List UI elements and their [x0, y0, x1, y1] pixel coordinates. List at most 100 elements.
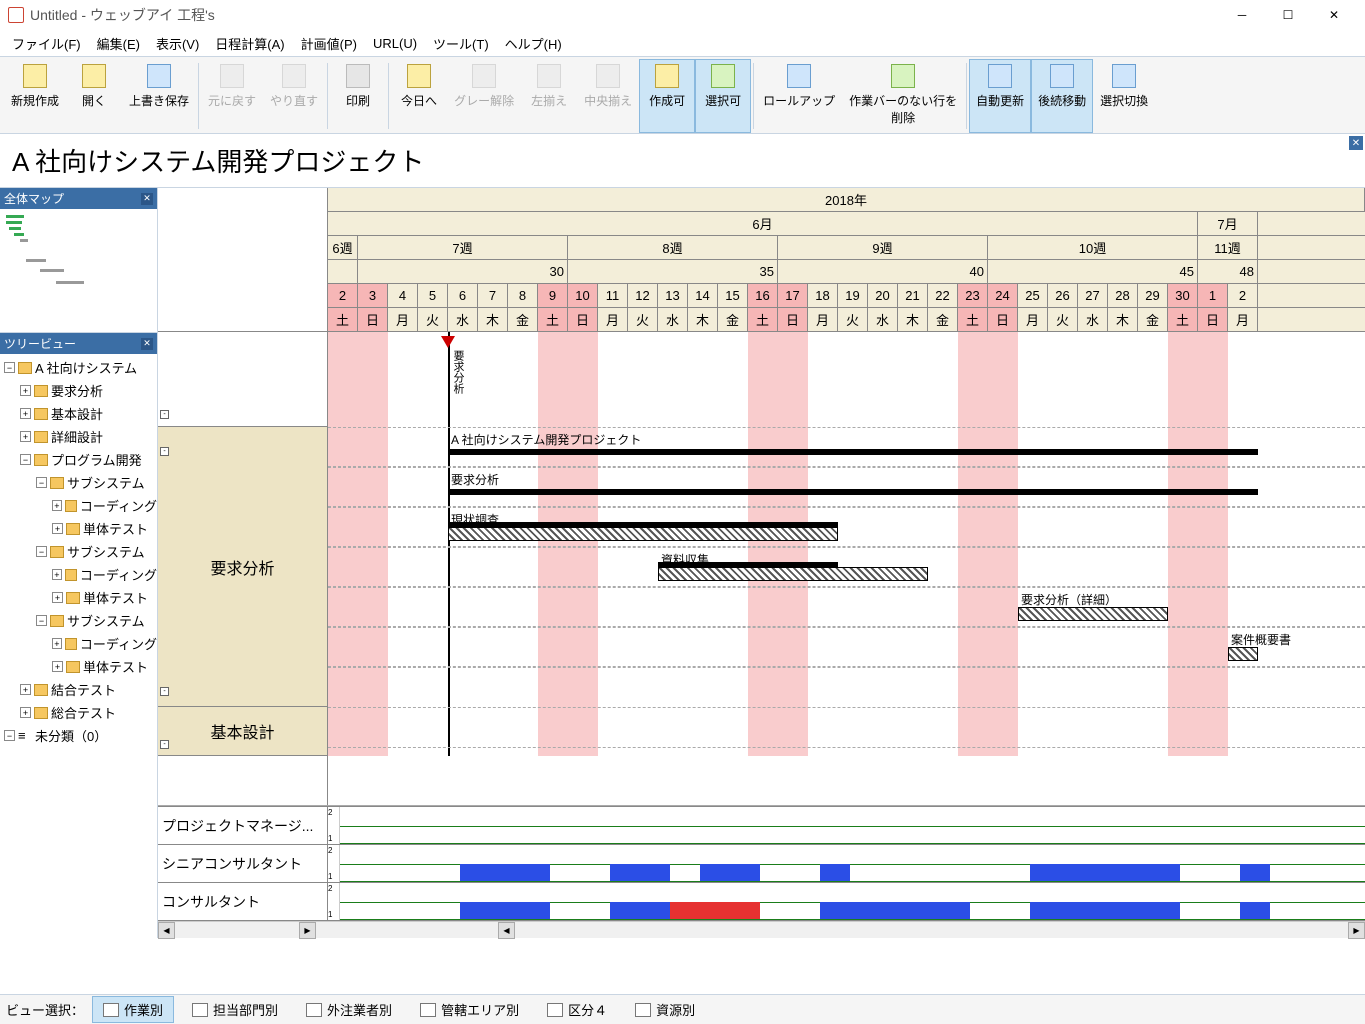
- minimap[interactable]: [0, 209, 157, 333]
- tree-item[interactable]: +基本設計: [0, 402, 157, 425]
- tb-open[interactable]: 開く: [66, 59, 122, 133]
- minimap-close-button[interactable]: ✕: [141, 193, 153, 205]
- tree-toggle[interactable]: +: [52, 592, 63, 603]
- folder-icon: [34, 431, 48, 443]
- view-by-cat4[interactable]: 区分４: [537, 997, 617, 1022]
- tree-item[interactable]: +単体テスト: [0, 586, 157, 609]
- tb-new[interactable]: 新規作成: [4, 59, 66, 133]
- view-by-task[interactable]: 作業別: [92, 996, 174, 1023]
- section-close-button[interactable]: ✕: [1349, 136, 1363, 150]
- tree-toggle[interactable]: +: [20, 707, 31, 718]
- menu-plan[interactable]: 計画値(P): [293, 31, 365, 56]
- tb-move-next[interactable]: 後続移動: [1031, 59, 1093, 133]
- menu-url[interactable]: URL(U): [365, 33, 425, 54]
- view-by-area[interactable]: 管轄エリア別: [410, 997, 529, 1022]
- maximize-button[interactable]: ☐: [1265, 0, 1311, 30]
- tb-select-ok[interactable]: 選択可: [695, 59, 751, 133]
- tree-close-button[interactable]: ✕: [141, 338, 153, 350]
- tb-del-empty[interactable]: 作業バーのない行を 削除: [842, 59, 964, 133]
- tree-item[interactable]: +コーディング: [0, 563, 157, 586]
- row-toggle[interactable]: -: [160, 447, 169, 456]
- view-by-vendor[interactable]: 外注業者別: [296, 997, 402, 1022]
- scroll-left-button[interactable]: ◀: [158, 922, 175, 939]
- hscroll[interactable]: ◀ ▶ ◀ ▶: [158, 921, 1365, 938]
- tree-item[interactable]: +要求分析: [0, 379, 157, 402]
- tb-rollup[interactable]: ロールアップ: [756, 59, 842, 133]
- view-icon: [547, 1003, 563, 1017]
- scroll-left-button[interactable]: ◀: [498, 922, 515, 939]
- timeline-header: 2018年 6月7月 6週7週8週9週10週11週 3035404548 234…: [328, 188, 1365, 332]
- align-left-icon: [537, 64, 561, 88]
- tree-toggle[interactable]: +: [52, 523, 63, 534]
- tree-item[interactable]: +単体テスト: [0, 655, 157, 678]
- menu-tool[interactable]: ツール(T): [425, 31, 497, 56]
- scroll-right-button[interactable]: ▶: [299, 922, 316, 939]
- move-next-icon: [1050, 64, 1074, 88]
- tb-switch-sel[interactable]: 選択切換: [1093, 59, 1155, 133]
- tree-toggle[interactable]: −: [20, 454, 31, 465]
- tree-item[interactable]: −サブシステム: [0, 540, 157, 563]
- tb-today[interactable]: 今日へ: [391, 59, 447, 133]
- new-icon: [23, 64, 47, 88]
- tree-item[interactable]: −A 社向けシステム: [0, 356, 157, 379]
- row-toggle[interactable]: -: [160, 687, 169, 696]
- tree-toggle[interactable]: +: [52, 500, 62, 511]
- menu-file[interactable]: ファイル(F): [4, 31, 89, 56]
- tb-save[interactable]: 上書き保存: [122, 59, 196, 133]
- tree-item[interactable]: −サブシステム: [0, 609, 157, 632]
- tree-toggle[interactable]: +: [52, 661, 63, 672]
- scroll-right-button[interactable]: ▶: [1348, 922, 1365, 939]
- tree-toggle[interactable]: −: [4, 362, 15, 373]
- tree-toggle[interactable]: −: [36, 477, 47, 488]
- tree-toggle[interactable]: +: [52, 569, 62, 580]
- minimize-button[interactable]: ─: [1219, 0, 1265, 30]
- tree-toggle[interactable]: +: [20, 408, 31, 419]
- gray-icon: [472, 64, 496, 88]
- tb-gray[interactable]: グレー解除: [447, 59, 521, 133]
- delete-icon: [891, 64, 915, 88]
- folder-icon: [66, 661, 80, 673]
- folder-icon: [65, 638, 77, 650]
- row-toggle[interactable]: -: [160, 410, 169, 419]
- tb-redo[interactable]: やり直す: [263, 59, 325, 133]
- tree-item[interactable]: +コーディング: [0, 494, 157, 517]
- tb-create-ok[interactable]: 作成可: [639, 59, 695, 133]
- tree-item[interactable]: −プログラム開発: [0, 448, 157, 471]
- tree-item[interactable]: −サブシステム: [0, 471, 157, 494]
- tree-toggle[interactable]: −: [36, 546, 47, 557]
- menu-help[interactable]: ヘルプ(H): [497, 31, 570, 56]
- align-center-icon: [596, 64, 620, 88]
- tree-toggle[interactable]: +: [20, 684, 31, 695]
- gantt-chart[interactable]: 2018年 6月7月 6週7週8週9週10週11週 3035404548 234…: [328, 188, 1365, 805]
- resource-chart-senior[interactable]: [340, 845, 1365, 882]
- tree-toggle[interactable]: +: [20, 385, 31, 396]
- resource-chart-pm[interactable]: [340, 807, 1365, 844]
- view-by-resource[interactable]: 資源別: [625, 997, 705, 1022]
- tree-item[interactable]: +単体テスト: [0, 517, 157, 540]
- tb-align-center[interactable]: 中央揃え: [577, 59, 639, 133]
- auto-update-icon: [988, 64, 1012, 88]
- resource-chart-consultant[interactable]: [340, 883, 1365, 920]
- tree-item[interactable]: +詳細設計: [0, 425, 157, 448]
- tb-print[interactable]: 印刷: [330, 59, 386, 133]
- menu-schedule[interactable]: 日程計算(A): [207, 31, 292, 56]
- close-button[interactable]: ✕: [1311, 0, 1357, 30]
- view-by-dept[interactable]: 担当部門別: [182, 997, 288, 1022]
- tb-auto-update[interactable]: 自動更新: [969, 59, 1031, 133]
- tree-toggle[interactable]: −: [36, 615, 47, 626]
- tree-item[interactable]: +コーディング: [0, 632, 157, 655]
- menu-view[interactable]: 表示(V): [148, 31, 207, 56]
- row-toggle[interactable]: -: [160, 740, 169, 749]
- tree-item[interactable]: +総合テスト: [0, 701, 157, 724]
- tb-undo[interactable]: 元に戻す: [201, 59, 263, 133]
- tree-item[interactable]: −≡未分類（0）: [0, 724, 157, 747]
- tree-toggle[interactable]: +: [52, 638, 62, 649]
- gantt-body[interactable]: 要求分析A 社向けシステム開発プロジェクト要求分析現状調査資料収集要求分析（詳細…: [328, 332, 1365, 756]
- folder-icon: [34, 408, 48, 420]
- tree-toggle[interactable]: +: [20, 431, 31, 442]
- tree-view[interactable]: −A 社向けシステム+要求分析+基本設計+詳細設計−プログラム開発−サブシステム…: [0, 354, 157, 938]
- tree-toggle[interactable]: −: [4, 730, 15, 741]
- tb-align-left[interactable]: 左揃え: [521, 59, 577, 133]
- tree-item[interactable]: +結合テスト: [0, 678, 157, 701]
- menu-edit[interactable]: 編集(E): [89, 31, 148, 56]
